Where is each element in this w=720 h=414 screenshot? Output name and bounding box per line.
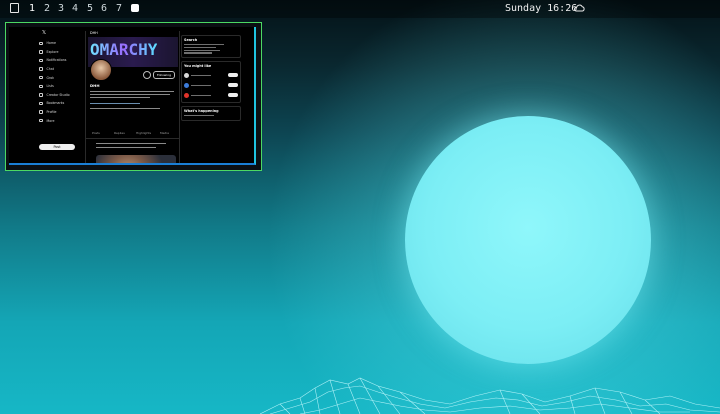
- clock[interactable]: Sunday 16:26: [505, 3, 577, 14]
- nav-item-more[interactable]: More: [39, 116, 79, 125]
- side-title: You might like: [184, 64, 212, 69]
- bookmark-icon: [39, 101, 43, 106]
- x-sidebar-nav: Home Explore Notifications Chat Grok Lis…: [39, 39, 79, 125]
- search-icon: [39, 50, 43, 54]
- nav-item-grok[interactable]: Grok: [39, 73, 79, 82]
- tab-divider: [86, 138, 179, 139]
- avatar: [184, 92, 189, 98]
- tab-posts[interactable]: Posts: [92, 131, 100, 135]
- studio-icon: [39, 93, 43, 97]
- line: [191, 84, 211, 86]
- line: [184, 44, 224, 46]
- follow-button[interactable]: [228, 83, 238, 88]
- square-filled-icon[interactable]: [131, 4, 139, 12]
- workspace-5[interactable]: 5: [87, 3, 93, 14]
- profile-name: DHH: [90, 83, 100, 88]
- browser-content: 𝕏 Home Explore Notifications Chat Grok L…: [9, 27, 256, 165]
- search-box[interactable]: Search: [181, 35, 241, 59]
- profile-feed: DHH OMARCHY Following DHH Posts Replies …: [85, 31, 180, 163]
- post-button[interactable]: Post: [39, 144, 75, 150]
- nav-item-creator-studio[interactable]: Creator Studio: [39, 91, 79, 100]
- follow-suggestion[interactable]: [184, 70, 238, 80]
- nav-item-chat[interactable]: Chat: [39, 65, 79, 74]
- more-icon: [39, 118, 43, 123]
- nav-label: Chat: [46, 67, 54, 72]
- line: [184, 115, 214, 117]
- avatar: [184, 82, 189, 88]
- list-icon: [39, 84, 43, 89]
- workspace-2[interactable]: 2: [44, 3, 50, 14]
- profile-link[interactable]: [90, 103, 140, 105]
- home-icon: [39, 41, 43, 46]
- mail-icon: [39, 67, 43, 71]
- nav-label: Home: [46, 41, 56, 46]
- following-button[interactable]: Following: [153, 71, 175, 79]
- notification-bell-icon[interactable]: [143, 71, 151, 79]
- nav-label: Profile: [46, 110, 57, 115]
- nav-label: Lists: [46, 84, 54, 89]
- workspace-7[interactable]: 7: [116, 3, 122, 14]
- nav-label: Explore: [46, 49, 59, 54]
- side-title: What's happening: [184, 109, 219, 114]
- line: [191, 74, 211, 76]
- banner-text: OMARCHY: [90, 40, 158, 59]
- nav-label: Grok: [46, 75, 55, 80]
- x-right-sidebar: Search You might like What's happening: [181, 35, 241, 124]
- nav-label: Bookmarks: [46, 101, 65, 106]
- profile-meta: [90, 108, 160, 110]
- follow-button[interactable]: [228, 73, 238, 78]
- window-grid-icon[interactable]: [10, 3, 19, 13]
- x-logo-icon[interactable]: 𝕏: [42, 30, 46, 36]
- bell-icon: [39, 58, 43, 63]
- wireframe-mountains: [260, 377, 720, 414]
- nav-item-explore[interactable]: Explore: [39, 48, 79, 57]
- tweet-text: [96, 147, 156, 149]
- follow-suggestion[interactable]: [184, 80, 238, 90]
- line: [184, 49, 220, 51]
- avatar: [184, 72, 189, 78]
- bio-line: [90, 91, 174, 93]
- tweet-text: [96, 143, 166, 145]
- line: [184, 52, 212, 54]
- nav-label: Notifications: [46, 58, 67, 63]
- grok-icon: [39, 75, 43, 80]
- nav-item-bookmarks[interactable]: Bookmarks: [39, 99, 79, 108]
- tweet-image[interactable]: [96, 155, 176, 163]
- workspace-1[interactable]: 1: [29, 3, 35, 14]
- workspace-4[interactable]: 4: [72, 3, 78, 14]
- tab-replies[interactable]: Replies: [114, 131, 125, 135]
- workspace-6[interactable]: 6: [101, 3, 107, 14]
- tab-highlights[interactable]: Highlights: [136, 131, 151, 135]
- nav-label: Creator Studio: [46, 92, 70, 97]
- workspace-3[interactable]: 3: [58, 3, 64, 14]
- follow-suggestion[interactable]: [184, 90, 238, 100]
- bio-line: [90, 94, 170, 96]
- user-icon: [39, 110, 43, 114]
- avatar[interactable]: [90, 59, 112, 81]
- nav-item-home[interactable]: Home: [39, 39, 79, 48]
- line: [191, 94, 211, 96]
- whats-happening: What's happening: [181, 106, 241, 121]
- nav-label: More: [46, 118, 55, 123]
- nav-item-profile[interactable]: Profile: [39, 108, 79, 117]
- line: [184, 46, 216, 49]
- nav-item-lists[interactable]: Lists: [39, 82, 79, 91]
- wallpaper-sun: [405, 116, 651, 364]
- browser-window[interactable]: 𝕏 Home Explore Notifications Chat Grok L…: [5, 22, 262, 171]
- nav-item-notifications[interactable]: Notifications: [39, 56, 79, 65]
- who-to-follow: You might like: [181, 61, 241, 104]
- side-title: Search: [184, 38, 198, 42]
- top-bar: 1 2 3 4 5 6 7 Sunday 16:26: [0, 0, 720, 18]
- cloud-icon[interactable]: [573, 3, 585, 13]
- follow-button[interactable]: [228, 93, 238, 98]
- bio-line: [90, 97, 150, 99]
- tab-media[interactable]: Media: [160, 131, 169, 135]
